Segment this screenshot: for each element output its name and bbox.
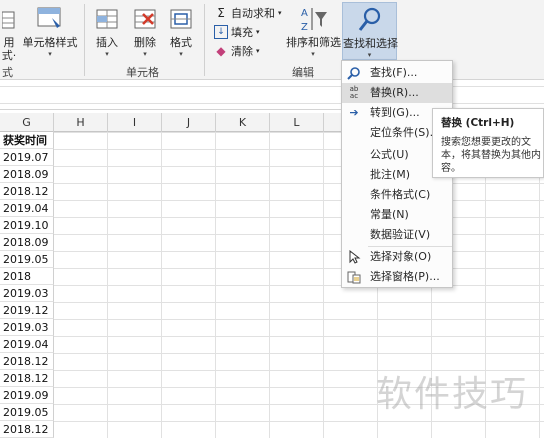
partial-style-button[interactable]: 用 式· xyxy=(0,4,18,62)
find-select-button[interactable]: 查找和选择 ▾ xyxy=(342,2,398,60)
delete-button[interactable]: 删除 ▾ xyxy=(128,4,162,59)
formula-input[interactable] xyxy=(0,86,544,104)
select-cursor-icon xyxy=(347,249,361,264)
table-cell[interactable]: 2018.09 xyxy=(0,166,54,183)
table-cell[interactable]: 2019.05 xyxy=(0,251,54,268)
cell-style-button[interactable]: 单元格样式 ▾ xyxy=(20,4,80,59)
chevron-down-icon: ▾ xyxy=(256,28,260,36)
magnifier-icon xyxy=(354,5,386,35)
table-cell[interactable]: 2019.03 xyxy=(0,319,54,336)
menu-item-replace[interactable]: ab ac 替换(R)... xyxy=(342,83,452,103)
format-cells-icon xyxy=(165,4,197,34)
table-cell[interactable]: 2019.10 xyxy=(0,217,54,234)
magnifier-icon xyxy=(347,66,361,80)
goto-arrow-icon: ➔ xyxy=(349,106,359,119)
styles-group-label: 式 xyxy=(2,66,13,79)
group-divider xyxy=(84,4,85,76)
table-cell[interactable]: 2018.12 xyxy=(0,183,54,200)
column-header-j[interactable]: J xyxy=(162,113,216,132)
delete-cells-icon xyxy=(129,4,161,34)
chevron-down-icon: ▾ xyxy=(367,51,372,59)
column-header-h[interactable]: H xyxy=(54,113,108,132)
table-cell[interactable]: 2018.12 xyxy=(0,370,54,387)
sort-filter-icon: AZ xyxy=(297,4,329,34)
column-header-k[interactable]: K xyxy=(216,113,270,132)
chevron-down-icon: ▾ xyxy=(105,50,109,58)
sort-filter-button[interactable]: AZ 排序和筛选 ▾ xyxy=(286,4,341,59)
replace-tooltip: 替换 (Ctrl+H) 搜索您想要更改的文本，将其替换为其他内容。 xyxy=(432,108,544,178)
svg-text:A: A xyxy=(301,8,308,19)
editing-group-label: 编辑 xyxy=(292,66,314,79)
eraser-icon: ◆ xyxy=(216,44,226,58)
table-cell[interactable]: 2019.04 xyxy=(0,200,54,217)
table-cell[interactable]: 2018 xyxy=(0,268,54,285)
menu-item-data-validation[interactable]: 数据验证(V) xyxy=(342,225,452,245)
table-cell[interactable]: 2018.12 xyxy=(0,421,54,438)
chevron-down-icon: ▾ xyxy=(143,50,147,58)
autosum-button[interactable]: Σ 自动求和 ▾ xyxy=(214,5,282,21)
table-cell[interactable]: 2019.09 xyxy=(0,387,54,404)
cell-style-icon xyxy=(34,4,66,34)
fill-down-icon: ↓ xyxy=(214,25,228,39)
fill-button[interactable]: ↓ 填充 ▾ xyxy=(214,24,260,40)
table-cell[interactable]: 2018.12 xyxy=(0,353,54,370)
replace-icon: ab ac xyxy=(349,85,359,100)
table-cell[interactable]: 2018.09 xyxy=(0,234,54,251)
insert-button[interactable]: 插入 ▾ xyxy=(90,4,124,59)
column-header-l[interactable]: L xyxy=(270,113,324,132)
column-header-g[interactable]: G xyxy=(0,113,54,132)
selection-pane-icon xyxy=(347,270,361,284)
table-format-icon xyxy=(1,4,16,34)
clear-button[interactable]: ◆ 清除 ▾ xyxy=(214,43,260,59)
table-cell[interactable]: 2019.12 xyxy=(0,302,54,319)
column-header-i[interactable]: I xyxy=(108,113,162,132)
watermark-text: 软件技巧 xyxy=(376,374,529,415)
ribbon: 用 式· 单元格样式 ▾ 式 插入 ▾ 删除 ▾ 格式 ▾ 单元格 Σ 自动求和… xyxy=(0,0,544,80)
menu-item-select-objects[interactable]: 选择对象(O) xyxy=(342,247,452,267)
chevron-down-icon: ▾ xyxy=(256,47,260,55)
menu-item-conditional-formatting[interactable]: 条件格式(C) xyxy=(342,185,452,205)
chevron-down-icon: ▾ xyxy=(179,50,183,58)
table-cell[interactable]: 2019.05 xyxy=(0,404,54,421)
cells-group-label: 单元格 xyxy=(126,66,159,79)
chevron-down-icon: ▾ xyxy=(48,50,52,58)
sigma-icon: Σ xyxy=(217,6,225,20)
table-header-cell[interactable]: 获奖时间 xyxy=(0,132,54,149)
table-cell[interactable]: 2019.07 xyxy=(0,149,54,166)
table-cell[interactable]: 2019.04 xyxy=(0,336,54,353)
tooltip-title: 替换 (Ctrl+H) xyxy=(441,117,515,129)
menu-item-find[interactable]: 查找(F)... xyxy=(342,63,452,83)
group-divider xyxy=(204,4,205,76)
chevron-down-icon: ▾ xyxy=(311,50,315,58)
menu-item-constants[interactable]: 常量(N) xyxy=(342,205,452,225)
table-cell[interactable]: 2019.03 xyxy=(0,285,54,302)
insert-cells-icon xyxy=(91,4,123,34)
tooltip-body: 搜索您想要更改的文本，将其替换为其他内容。 xyxy=(441,137,541,174)
chevron-down-icon: ▾ xyxy=(278,9,282,17)
format-button[interactable]: 格式 ▾ xyxy=(164,4,198,59)
formula-bar[interactable] xyxy=(0,80,544,110)
svg-text:Z: Z xyxy=(301,22,308,33)
menu-item-selection-pane[interactable]: 选择窗格(P)... xyxy=(342,267,452,287)
